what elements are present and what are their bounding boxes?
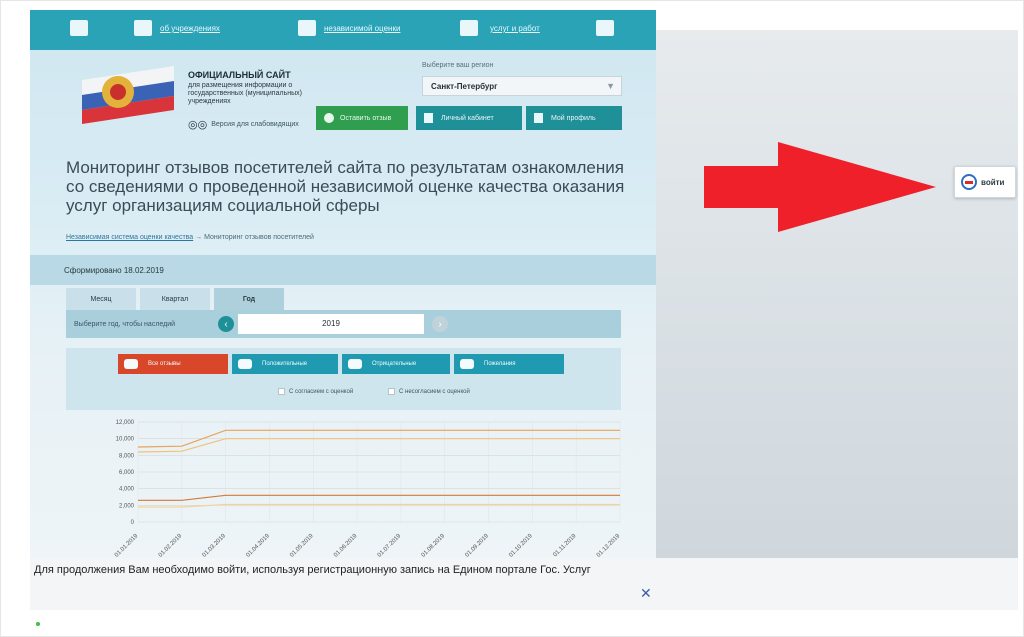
red-arrow-pointer [704, 142, 936, 232]
filter-negative-label: Отрицательные [372, 361, 417, 367]
y-tick-label: 12,000 [116, 420, 135, 426]
tab-quarter[interactable]: Квартал [140, 288, 210, 310]
low-vision-label: Версия для слабовидящих [211, 121, 299, 128]
site-subtitle: для размещения информации о государствен… [188, 82, 302, 105]
low-vision-link[interactable]: ◎◎ Версия для слабовидящих [188, 118, 299, 131]
leave-feedback-button[interactable]: Оставить отзыв [316, 106, 408, 130]
x-tick-label: 01.12.2019 [596, 533, 622, 558]
site-panel: об учреждениях независимой оценки услуг … [30, 10, 656, 558]
y-tick-label: 10,000 [116, 437, 135, 443]
personal-cabinet-button[interactable]: Личный кабинет [416, 106, 522, 130]
filter-negative-button[interactable]: Отрицательные [342, 354, 450, 374]
y-tick-label: 0 [131, 520, 135, 526]
agree-checkbox-label: С согласием с оценкой [289, 388, 354, 395]
x-tick-label: 01.05.2019 [289, 533, 315, 558]
tab-year[interactable]: Год [214, 288, 284, 310]
my-profile-button[interactable]: Мой профиль [526, 106, 622, 130]
formed-date-bar: Сформировано 18.02.2019 [30, 255, 656, 285]
check-icon [298, 20, 316, 36]
comment-icon [238, 359, 252, 369]
region-select[interactable]: Санкт-Петербург ▼ [422, 76, 622, 96]
region-value: Санкт-Петербург [431, 82, 498, 91]
nav-link-institutions[interactable]: об учреждениях [160, 24, 220, 33]
x-tick-label: 01.01.2019 [114, 533, 140, 558]
tab-month[interactable]: Месяц [66, 288, 136, 310]
menu-icon[interactable] [70, 20, 88, 36]
series-line [138, 494, 620, 501]
series-line [137, 438, 620, 453]
nav-link-assessment[interactable]: независимой оценки [324, 24, 400, 33]
chat-icon[interactable] [596, 20, 614, 36]
logo-emblem-icon[interactable] [82, 66, 174, 124]
leave-feedback-label: Оставить отзыв [340, 114, 392, 122]
x-tick-label: 01.10.2019 [508, 533, 534, 558]
reviews-line-chart: 12,000 10,000 8,000 6,000 4,000 2,000 0 01.01.2… [114, 420, 622, 558]
personal-cabinet-label: Личный кабинет [441, 114, 494, 122]
nav-link-services[interactable]: услуг и работ [490, 24, 540, 33]
login-button[interactable]: войти [954, 166, 1016, 198]
disagree-checkbox-label: С несогласием с оценкой [399, 388, 470, 395]
comment-icon [460, 359, 474, 369]
filter-all-label: Все отзывы [148, 361, 181, 367]
year-selector-label: Выберите год, чтобы наследий [74, 321, 176, 328]
breadcrumb-separator: → [195, 234, 203, 241]
chevron-right-icon[interactable]: › [432, 316, 448, 332]
user-icon [534, 113, 543, 123]
close-icon[interactable]: ✕ [640, 585, 652, 602]
y-tick-label: 6,000 [119, 470, 135, 476]
my-profile-label: Мой профиль [551, 114, 596, 122]
disagree-checkbox[interactable]: С несогласием с оценкой [388, 388, 470, 395]
comment-icon [124, 359, 138, 369]
chevron-down-icon: ▼ [606, 81, 615, 91]
filter-suggestions-button[interactable]: Пожелания [454, 354, 564, 374]
filter-positive-label: Положительные [262, 361, 308, 367]
y-tick-label: 4,000 [119, 487, 135, 493]
year-input[interactable]: 2019 [238, 314, 424, 334]
top-navigation-bar: об учреждениях независимой оценки услуг … [30, 10, 656, 50]
feedback-icon [324, 113, 334, 123]
glasses-icon: ◎◎ [188, 119, 208, 131]
y-tick-label: 2,000 [119, 503, 135, 509]
breadcrumb: Независимая система оценки качества → Мо… [66, 234, 314, 241]
breadcrumb-link[interactable]: Независимая система оценки качества [66, 234, 193, 241]
filter-positive-button[interactable]: Положительные [232, 354, 338, 374]
page-title: Мониторинг отзывов посетителей сайта по … [66, 158, 625, 215]
site-title: ОФИЦИАЛЬНЫЙ САЙТ [188, 70, 291, 80]
formed-date: Сформировано 18.02.2019 [64, 266, 164, 275]
gosuslugi-logo-icon [961, 174, 977, 190]
breadcrumb-current: Мониторинг отзывов посетителей [204, 234, 314, 241]
x-tick-label: 01.07.2019 [377, 533, 403, 558]
login-notice-bar: Для продолжения Вам необходимо войти, ис… [30, 558, 1018, 610]
services-icon [460, 20, 478, 36]
building-icon [134, 20, 152, 36]
comment-icon [348, 359, 362, 369]
x-tick-label: 01.11.2019 [552, 533, 578, 558]
lock-icon [424, 113, 433, 123]
agree-checkbox[interactable]: С согласием с оценкой [278, 388, 353, 395]
series-line [138, 503, 620, 508]
x-tick-label: 01.06.2019 [333, 533, 359, 558]
checkbox-box [388, 388, 395, 395]
region-label: Выберите ваш регион [422, 62, 494, 69]
year-selector-bar: Выберите год, чтобы наследий ‹ 2019 › [66, 310, 621, 338]
chevron-left-icon[interactable]: ‹ [218, 316, 234, 332]
x-tick-label: 01.08.2019 [421, 533, 447, 558]
login-label: войти [981, 177, 1005, 187]
x-tick-label: 01.02.2019 [158, 533, 184, 558]
filter-all-button[interactable]: Все отзывы [118, 354, 228, 374]
x-tick-label: 01.04.2019 [245, 533, 271, 558]
filter-bar: Все отзывы Положительные Отрицательные П… [66, 348, 621, 410]
filter-suggestions-label: Пожелания [484, 361, 516, 367]
y-tick-label: 8,000 [119, 453, 135, 459]
status-dot [36, 622, 40, 626]
checkbox-box [278, 388, 285, 395]
x-tick-label: 01.09.2019 [464, 533, 490, 558]
login-notice-text: Для продолжения Вам необходимо войти, ис… [34, 564, 591, 576]
x-tick-label: 01.03.2019 [202, 533, 228, 558]
